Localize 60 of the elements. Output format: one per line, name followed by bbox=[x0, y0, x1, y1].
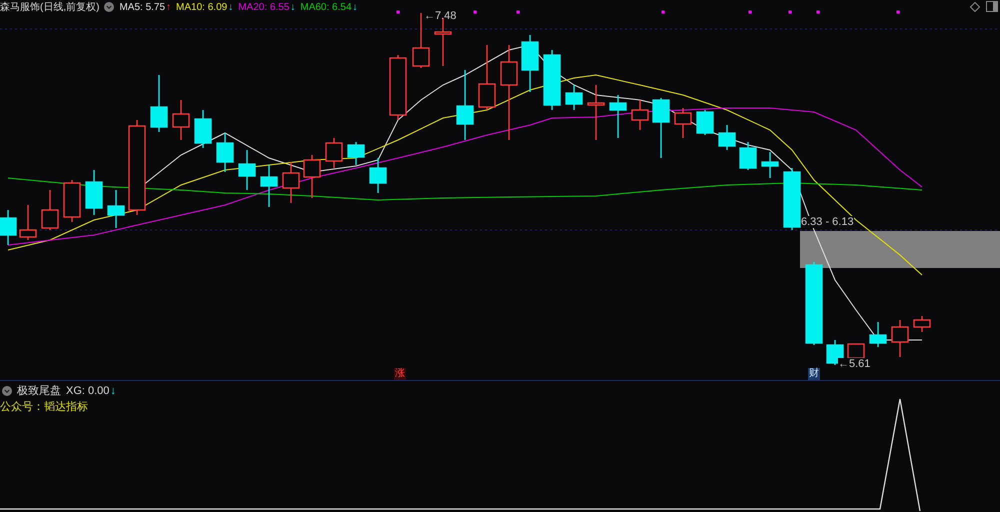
stock-title: 森马服饰(日线,前复权) bbox=[0, 0, 100, 14]
settings-icon[interactable] bbox=[2, 386, 12, 396]
event-badge[interactable]: 财 bbox=[808, 368, 820, 380]
indicator-value: XG: 0.00 bbox=[66, 384, 110, 396]
candlestick bbox=[282, 162, 300, 203]
trend-arrow: ↑ bbox=[166, 2, 172, 12]
moving-average-value: MA5: 5.75 bbox=[119, 2, 166, 12]
event-badge[interactable]: 涨 bbox=[394, 368, 406, 380]
candlestick bbox=[85, 170, 103, 215]
trend-arrow: ↓ bbox=[228, 2, 234, 12]
candlestick bbox=[0, 210, 17, 245]
candlestick bbox=[783, 168, 801, 230]
diamond-icon[interactable] bbox=[970, 2, 980, 12]
candlestick bbox=[63, 180, 81, 222]
candlestick bbox=[565, 85, 583, 110]
candlestick bbox=[216, 133, 234, 172]
high-price-label: ←7.48 bbox=[424, 10, 456, 22]
candlestick bbox=[739, 142, 757, 170]
candlestick bbox=[521, 35, 539, 92]
trend-arrow: ↓ bbox=[110, 384, 116, 396]
candlestick bbox=[847, 343, 865, 359]
candlestick bbox=[652, 98, 670, 158]
candlestick bbox=[434, 18, 452, 66]
candlestick bbox=[609, 95, 627, 138]
candlestick bbox=[456, 70, 474, 140]
candlestick bbox=[325, 138, 343, 168]
settings-icon[interactable] bbox=[104, 2, 114, 12]
candlestick bbox=[869, 322, 887, 347]
low-price-label: ←5.61 bbox=[838, 358, 870, 370]
moving-average-value: MA10: 6.09 bbox=[176, 2, 228, 12]
candlestick bbox=[696, 110, 714, 135]
candlestick bbox=[260, 165, 278, 207]
candlestick bbox=[150, 75, 168, 132]
candlestick bbox=[303, 155, 321, 198]
moving-average-value: MA20: 6.55 bbox=[238, 2, 290, 12]
candlestick bbox=[41, 190, 59, 230]
candlestick bbox=[389, 55, 407, 120]
candlestick bbox=[674, 108, 692, 138]
candlestick bbox=[369, 158, 387, 193]
zone-price-label: 6.33 - 6.13 bbox=[801, 216, 854, 228]
candlestick bbox=[347, 142, 365, 165]
indicator-name: 极致尾盘 bbox=[17, 384, 61, 398]
moving-average-value: MA60: 6.54 bbox=[300, 2, 352, 12]
candlestick bbox=[238, 150, 256, 190]
indicator-note: 公众号：韬达指标 bbox=[0, 400, 88, 414]
candlestick bbox=[718, 125, 736, 150]
candlestick bbox=[194, 110, 212, 148]
candlestick bbox=[478, 45, 496, 110]
candlestick bbox=[587, 85, 605, 140]
candlestick bbox=[107, 190, 125, 228]
panel-icon[interactable] bbox=[986, 1, 998, 12]
candlestick bbox=[172, 100, 190, 140]
candlestick bbox=[631, 100, 649, 130]
candlestick bbox=[913, 316, 931, 332]
candlestick bbox=[761, 152, 779, 178]
candlestick bbox=[891, 320, 909, 357]
candlestick bbox=[19, 205, 37, 240]
trend-arrow: ↓ bbox=[352, 2, 358, 12]
candlestick bbox=[543, 50, 561, 110]
trend-arrow: ↓ bbox=[290, 2, 296, 12]
